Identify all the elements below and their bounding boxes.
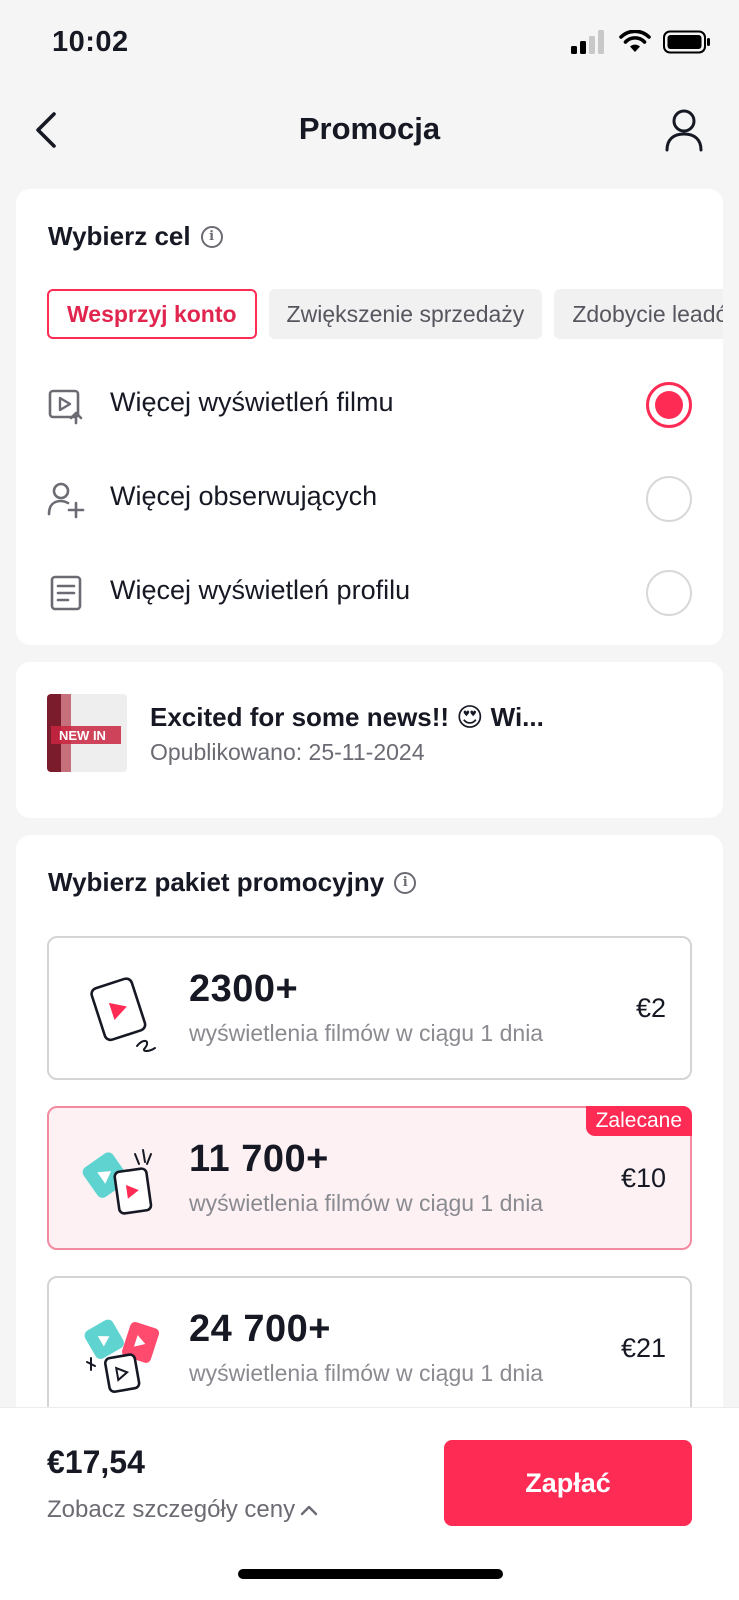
user-icon <box>665 109 703 152</box>
recommended-badge: Zalecane <box>585 1106 692 1136</box>
video-cards-stack-icon <box>84 1319 160 1394</box>
package-description: wyświetlenia filmów w ciągu 1 dnia <box>189 1020 544 1046</box>
video-date: Opublikowano: 25-11-2024 <box>150 739 425 765</box>
video-thumbnail: NEW IN <box>47 694 127 772</box>
total-price: €17,54 <box>47 1444 145 1480</box>
goal-title-text: Wybierz cel <box>48 221 191 251</box>
package-price: €21 <box>620 1333 666 1363</box>
nav-bar: Promocja <box>0 95 739 165</box>
package-description: wyświetlenia filmów w ciągu 1 dnia <box>189 1360 544 1386</box>
status-icons <box>571 30 711 54</box>
goal-card: Wybierz cel i Wesprzyj konto Zwiększenie… <box>16 189 723 645</box>
package-section-title: Wybierz pakiet promocyjny i <box>48 867 417 898</box>
option-followers[interactable]: Więcej obserwujących <box>16 453 723 545</box>
radio-unselected[interactable] <box>646 476 692 522</box>
video-card-icon <box>90 977 156 1052</box>
chip-increase-sales[interactable]: Zwiększenie sprzedaży <box>268 289 543 339</box>
video-thumbnail-image: NEW IN <box>47 694 127 772</box>
package-count: 11 700+ <box>189 1138 329 1180</box>
option-profile-views[interactable]: Więcej wyświetleń profilu <box>16 547 723 639</box>
goal-section-title: Wybierz cel i <box>48 221 223 252</box>
package-price: €2 <box>635 993 666 1023</box>
option-label: Więcej wyświetleń filmu <box>110 387 394 417</box>
package-option-recommended[interactable]: Zalecane 11 700+ wyświetlenia filmów w c… <box>47 1106 692 1250</box>
video-title: Excited for some news!! 😍 Wi... <box>150 702 544 732</box>
pay-button[interactable]: Zapłać <box>444 1440 692 1526</box>
package-description: wyświetlenia filmów w ciągu 1 dnia <box>189 1190 544 1216</box>
chip-support-account[interactable]: Wesprzyj konto <box>47 289 257 339</box>
battery-icon <box>663 30 710 54</box>
package-card: Wybierz pakiet promocyjny i 2300+ wyświe… <box>16 835 723 1455</box>
document-icon <box>50 575 82 611</box>
radio-selected[interactable] <box>646 382 692 428</box>
page-title: Promocja <box>298 111 441 146</box>
info-icon[interactable]: i <box>200 225 223 248</box>
wifi-icon <box>619 30 651 52</box>
add-user-icon <box>47 482 85 519</box>
package-price: €10 <box>620 1163 666 1193</box>
video-cards-icon <box>82 1149 153 1215</box>
package-count: 24 700+ <box>189 1308 331 1350</box>
chevron-up-icon <box>300 1505 318 1516</box>
price-details-label: Zobacz szczegóły ceny <box>47 1496 296 1523</box>
package-title-text: Wybierz pakiet promocyjny <box>48 867 385 897</box>
thumbnail-text: NEW IN <box>59 728 106 743</box>
video-play-icon <box>48 389 83 425</box>
option-video-views[interactable]: Więcej wyświetleń filmu <box>16 359 723 451</box>
option-label: Więcej wyświetleń profilu <box>110 575 411 605</box>
option-label: Więcej obserwujących <box>110 481 378 511</box>
package-count: 2300+ <box>189 968 299 1010</box>
chip-get-leads[interactable]: Zdobycie leadów <box>554 289 723 339</box>
home-indicator <box>238 1569 503 1579</box>
video-card[interactable]: NEW IN Excited for some news!! 😍 Wi... O… <box>16 662 723 818</box>
status-time: 10:02 <box>52 26 129 58</box>
cellular-signal-icon <box>571 30 604 54</box>
profile-button[interactable] <box>659 105 709 155</box>
package-option[interactable]: 2300+ wyświetlenia filmów w ciągu 1 dnia… <box>47 936 692 1080</box>
info-icon[interactable]: i <box>394 871 417 894</box>
status-bar: 10:02 <box>0 0 739 90</box>
price-details-link[interactable]: Zobacz szczegóły ceny <box>47 1496 319 1524</box>
goal-chips: Wesprzyj konto Zwiększenie sprzedaży Zdo… <box>47 289 723 339</box>
radio-unselected[interactable] <box>646 570 692 616</box>
package-option[interactable]: 24 700+ wyświetlenia filmów w ciągu 1 dn… <box>47 1276 692 1420</box>
